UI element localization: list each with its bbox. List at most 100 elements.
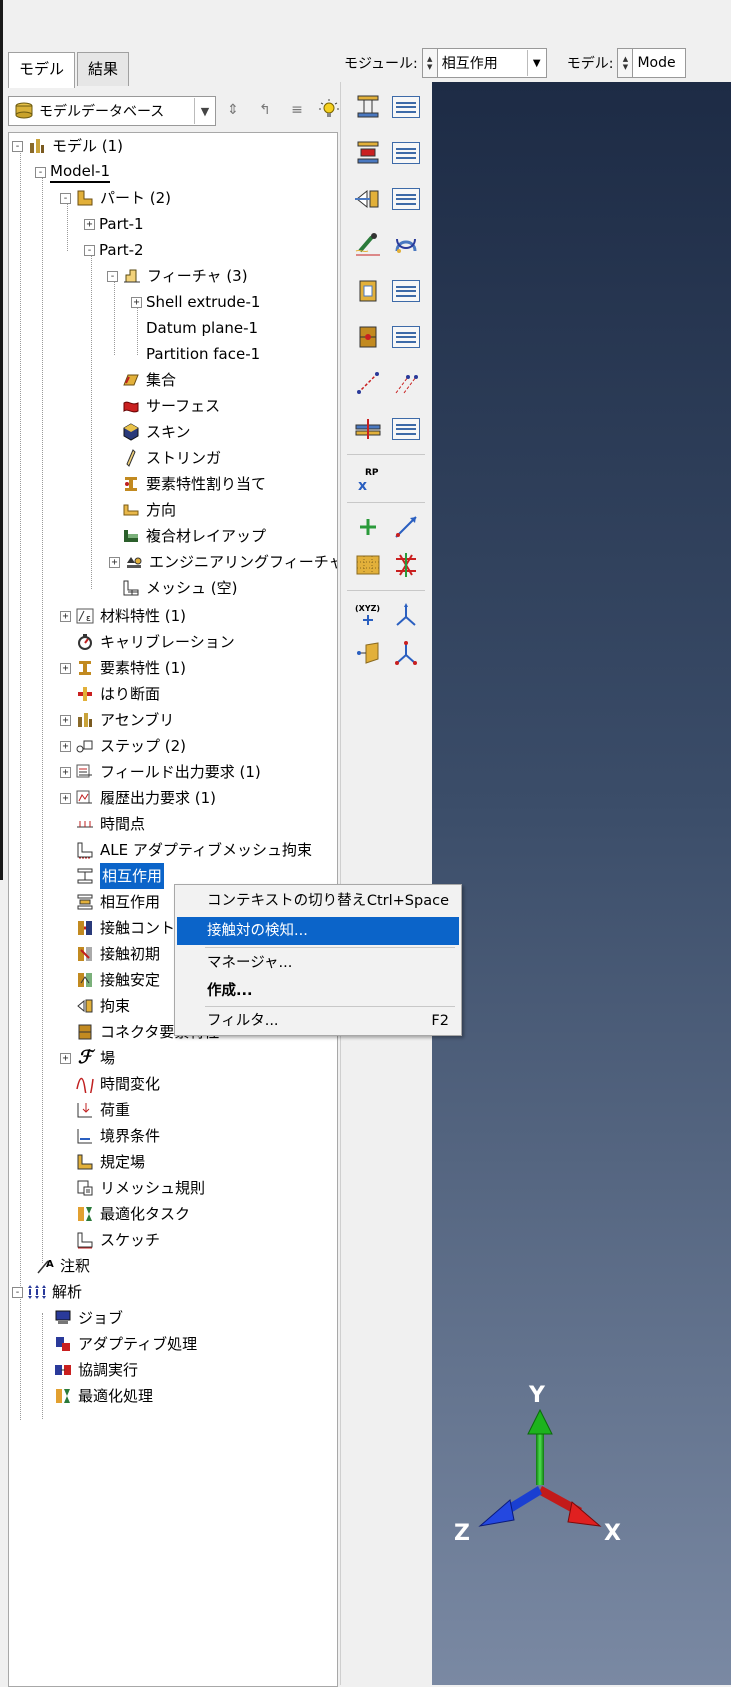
create-connector-section-icon[interactable] (351, 274, 385, 308)
datum-axis-principal-icon[interactable] (389, 598, 423, 632)
tree-item-assembly[interactable]: + アセンブリ (60, 707, 174, 733)
create-datum-axis-icon[interactable] (389, 510, 423, 544)
tree-item-fields[interactable]: + ℱ 場 (60, 1045, 115, 1071)
tree-item-orientations[interactable]: 方向 (121, 497, 176, 523)
model-spinner-icon[interactable]: ▲ ▼ (617, 48, 634, 78)
create-interaction-property-icon[interactable] (351, 136, 385, 170)
tree-item-analysis[interactable]: - 解析 (12, 1279, 82, 1305)
tree-item-history-output[interactable]: + 履歴出力要求 (1) (60, 785, 216, 811)
tree-item-parts[interactable]: - パート (2) (60, 185, 171, 211)
collapse-icon[interactable]: - (12, 1286, 23, 1298)
tab-results[interactable]: 結果 (77, 52, 130, 86)
collapse-icon[interactable]: - (35, 166, 46, 178)
create-wire-multi-icon[interactable] (389, 366, 423, 400)
connector-section-manager-icon[interactable] (389, 274, 423, 308)
tree-item-materials[interactable]: + ε 材料特性 (1) (60, 603, 186, 629)
datum-csys-three-points-icon[interactable] (389, 636, 423, 670)
create-datum-point-icon[interactable] (351, 510, 385, 544)
tree-item-models[interactable]: - モデル (1) (12, 133, 123, 159)
tree-item-interaction-properties[interactable]: 相互作用 (75, 889, 160, 915)
model-database-select[interactable]: モデルデータベース ▼ (8, 96, 216, 126)
tab-model[interactable]: モデル (8, 52, 76, 88)
tree-item-ale-constraints[interactable]: ALE アダプティブメッシュ拘束 (75, 837, 312, 863)
create-wire-icon[interactable] (351, 366, 385, 400)
collapse-icon[interactable]: - (84, 244, 95, 256)
menu-item-switch-context[interactable]: コンテキストの切り替え Ctrl+Space (177, 887, 459, 915)
tree-item-model-1[interactable]: - Model-1 (35, 159, 110, 185)
create-fastener-icon[interactable] (351, 412, 385, 446)
tree-item-features[interactable]: - フィーチャ (3) (107, 263, 248, 289)
create-constraint-icon[interactable] (351, 182, 385, 216)
tree-expand-icon[interactable]: ≡ (284, 97, 310, 123)
constraint-manager-icon[interactable] (389, 182, 423, 216)
tree-item-part-2[interactable]: - Part-2 (84, 237, 144, 263)
tree-item-amplitudes[interactable]: 時間変化 (75, 1071, 160, 1097)
tree-item-optimization-process[interactable]: 最適化処理 (53, 1383, 153, 1409)
tree-item-contact-controls[interactable]: 接触コント (75, 915, 175, 941)
module-spinner-icon[interactable]: ▲ ▼ (421, 48, 438, 78)
create-connector-icon[interactable] (351, 228, 385, 262)
fastener-manager-icon[interactable] (389, 412, 423, 446)
tree-item-predefined-fields[interactable]: 規定場 (75, 1149, 145, 1175)
create-datum-csys-icon[interactable] (389, 548, 423, 582)
connector-assign-icon[interactable] (389, 228, 423, 262)
tree-item-optimization-tasks[interactable]: 最適化タスク (75, 1201, 190, 1227)
tree-item-steps[interactable]: + ステップ (2) (60, 733, 186, 759)
tree-item-sections[interactable]: + 要素特性 (1) (60, 655, 186, 681)
menu-item-manager[interactable]: マネージャ... (177, 949, 459, 977)
menu-item-create[interactable]: 作成... (177, 977, 459, 1005)
tree-item-datum-plane[interactable]: Datum plane-1 (146, 315, 258, 341)
tree-item-engineering-features[interactable]: + エンジニアリングフィーチャ (109, 549, 337, 575)
tree-item-calibrations[interactable]: キャリブレーション (75, 629, 235, 655)
expand-icon[interactable]: + (60, 714, 71, 726)
expand-icon[interactable]: + (131, 296, 142, 308)
reference-point-icon[interactable]: RP x (351, 462, 385, 496)
interaction-property-manager-icon[interactable] (389, 136, 423, 170)
tree-item-jobs[interactable]: ジョブ (53, 1305, 123, 1331)
expand-icon[interactable]: + (60, 610, 71, 622)
tree-item-time-points[interactable]: 時間点 (75, 811, 145, 837)
tree-item-annotations[interactable]: A 注釈 (35, 1253, 90, 1279)
tree-item-sets[interactable]: 集合 (121, 367, 176, 393)
tree-item-field-output[interactable]: + フィールド出力要求 (1) (60, 759, 261, 785)
tree-item-skins[interactable]: スキン (121, 419, 191, 445)
expand-icon[interactable]: + (60, 740, 71, 752)
interaction-manager-icon[interactable] (389, 90, 423, 124)
tree-item-partition-face[interactable]: Partition face-1 (146, 341, 260, 367)
tree-item-remeshing-rules[interactable]: リメッシュ規則 (75, 1175, 205, 1201)
expand-icon[interactable]: + (60, 792, 71, 804)
tree-item-coexecution[interactable]: 協調実行 (53, 1357, 138, 1383)
lightbulb-icon[interactable] (316, 97, 342, 123)
up-down-arrows-icon[interactable]: ⇕ (220, 97, 246, 123)
tree-item-loads[interactable]: 荷重 (75, 1097, 130, 1123)
tree-item-shell-extrude[interactable]: + Shell extrude-1 (131, 289, 260, 315)
tree-item-stringers[interactable]: ストリンガ (121, 445, 221, 471)
connector-assignment-manager-icon[interactable] (389, 320, 423, 354)
tree-item-mesh[interactable]: メッシュ (空) (121, 575, 237, 601)
tree-item-composite-layups[interactable]: 複合材レイアップ (121, 523, 266, 549)
tree-item-profiles[interactable]: はり断面 (75, 681, 160, 707)
tree-item-section-assignments[interactable]: 要素特性割り当て (121, 471, 266, 497)
expand-icon[interactable]: + (60, 1052, 71, 1064)
datum-plane-offset-icon[interactable] (351, 636, 385, 670)
collapse-icon[interactable]: - (60, 192, 71, 204)
tree-item-constraints[interactable]: 拘束 (75, 993, 130, 1019)
collapse-icon[interactable]: - (12, 140, 23, 152)
go-up-folder-icon[interactable]: ↰ (252, 97, 278, 123)
tree-item-contact-stabilizations[interactable]: 接触安定 (75, 967, 160, 993)
expand-icon[interactable]: + (60, 766, 71, 778)
tree-item-interactions[interactable]: 相互作用 (75, 863, 165, 889)
create-connector-assignment-icon[interactable] (351, 320, 385, 354)
expand-icon[interactable]: + (84, 218, 95, 230)
create-interaction-icon[interactable] (351, 90, 385, 124)
expand-icon[interactable]: + (109, 556, 120, 568)
menu-item-filter[interactable]: フィルタ... F2 (177, 1007, 459, 1035)
tree-item-surfaces[interactable]: サーフェス (121, 393, 220, 419)
tree-item-part-1[interactable]: + Part-1 (84, 211, 144, 237)
datum-point-xyz-icon[interactable]: (XYZ) (351, 598, 385, 632)
model-select[interactable]: Mode (633, 48, 687, 78)
module-select[interactable]: 相互作用 ▼ (437, 48, 547, 78)
create-datum-plane-icon[interactable] (351, 548, 385, 582)
expand-icon[interactable]: + (60, 662, 71, 674)
menu-item-find-contact-pairs[interactable]: 接触対の検知... (177, 917, 459, 945)
